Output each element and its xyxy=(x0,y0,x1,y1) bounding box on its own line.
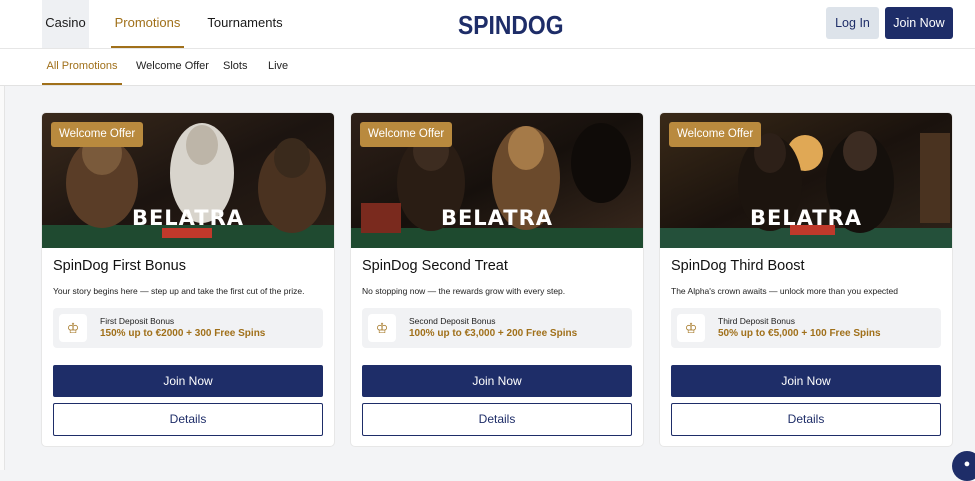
bonus-value: 150% up to €2000 + 300 Free Spins xyxy=(100,328,266,339)
left-edge-strip xyxy=(0,49,5,470)
promo-card: Welcome Offer BELATRA SpinDog First Bonu… xyxy=(42,113,334,446)
join-now-header-button[interactable]: Join Now xyxy=(885,7,953,39)
promo-card: Welcome Offer BELATRA SpinDog Second Tre… xyxy=(351,113,643,446)
bonus-info-box: ♔ Second Deposit Bonus 100% up to €3,000… xyxy=(362,308,632,348)
promo-description: No stopping now — the rewards grow with … xyxy=(362,286,566,296)
promo-card: Welcome Offer BELATRA SpinDog Third Boos… xyxy=(660,113,952,446)
provider-brand-text: BELATRA xyxy=(440,206,554,230)
chat-icon[interactable]: ● xyxy=(952,451,975,481)
promo-description: The Alpha's crown awaits — unlock more t… xyxy=(671,286,898,296)
nav-promotions[interactable]: Promotions xyxy=(111,0,184,48)
details-button[interactable]: Details xyxy=(671,403,941,436)
promo-title: SpinDog First Bonus xyxy=(53,258,186,274)
promo-description: Your story begins here — step up and tak… xyxy=(53,286,305,296)
crown-icon: ♔ xyxy=(59,314,87,342)
tab-all-promotions[interactable]: All Promotions xyxy=(42,49,122,85)
bonus-value: 50% up to €5,000 + 100 Free Spins xyxy=(718,328,881,339)
provider-brand-text: BELATRA xyxy=(131,206,245,230)
login-button[interactable]: Log In xyxy=(826,7,879,39)
welcome-offer-badge: Welcome Offer xyxy=(669,122,762,147)
join-now-button[interactable]: Join Now xyxy=(53,365,323,397)
crown-icon: ♔ xyxy=(368,314,396,342)
join-now-button[interactable]: Join Now xyxy=(362,365,632,397)
provider-brand-text: BELATRA xyxy=(749,206,863,230)
tab-slots[interactable]: Slots xyxy=(223,49,247,83)
details-button[interactable]: Details xyxy=(53,403,323,436)
join-now-button[interactable]: Join Now xyxy=(671,365,941,397)
bonus-value: 100% up to €3,000 + 200 Free Spins xyxy=(409,328,578,339)
bonus-info-box: ♔ Third Deposit Bonus 50% up to €5,000 +… xyxy=(671,308,941,348)
bonus-info-box: ♔ First Deposit Bonus 150% up to €2000 +… xyxy=(53,308,323,348)
welcome-offer-badge: Welcome Offer xyxy=(51,122,144,147)
tab-live[interactable]: Live xyxy=(268,49,288,83)
welcome-offer-badge: Welcome Offer xyxy=(360,122,453,147)
spindog-logo[interactable]: SPINDOG xyxy=(458,10,564,41)
crown-icon: ♔ xyxy=(677,314,705,342)
details-button[interactable]: Details xyxy=(362,403,632,436)
nav-casino[interactable]: Casino xyxy=(42,0,89,48)
nav-tournaments[interactable]: Tournaments xyxy=(202,0,288,48)
tab-welcome-offer[interactable]: Welcome Offer xyxy=(136,49,209,83)
bonus-label: Third Deposit Bonus xyxy=(718,316,796,326)
bonus-label: Second Deposit Bonus xyxy=(409,316,496,326)
top-navigation-bar: Casino Promotions Tournaments SPINDOG Lo… xyxy=(0,0,975,49)
promotion-filter-tabs: All Promotions Welcome Offer Slots Live xyxy=(0,49,975,86)
promo-title: SpinDog Second Treat xyxy=(362,258,508,274)
promo-title: SpinDog Third Boost xyxy=(671,258,805,274)
bonus-label: First Deposit Bonus xyxy=(100,316,175,326)
